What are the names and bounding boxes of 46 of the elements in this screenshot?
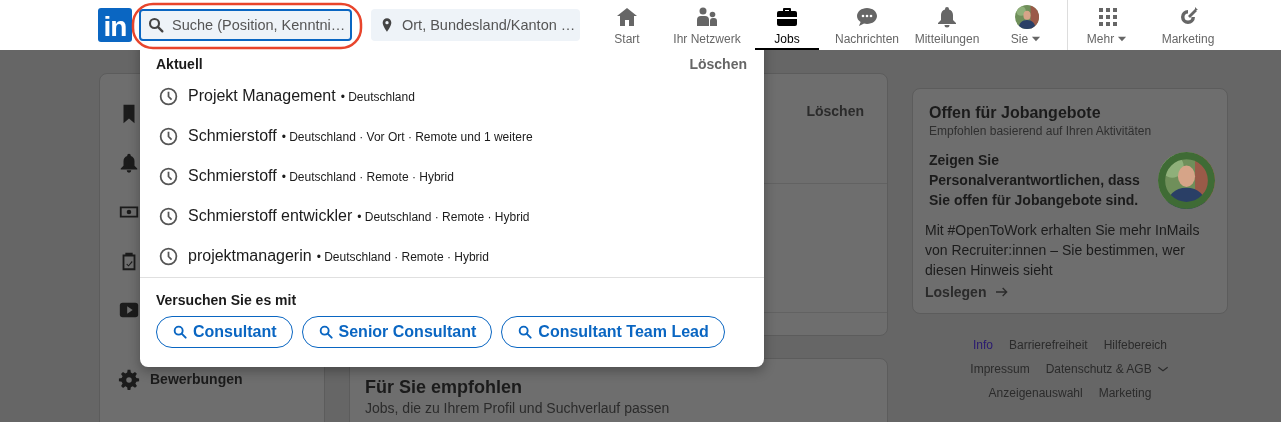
chat-bubble-icon: [855, 5, 879, 29]
nav-item[interactable]: Nachrichten: [827, 0, 907, 50]
clock-icon: [158, 85, 179, 107]
section-heading: Versuchen Sie es mit: [156, 292, 297, 308]
card-description: Mit #OpenToWork erhalten Sie mehr InMails von Recruiter:innen – Sie bestimmen, wer diesen Hinweis sieht: [925, 221, 1201, 280]
recent-search-item[interactable]: Schmierstoff entwickler • Deutschland · Remote · Hybrid: [140, 196, 764, 236]
sidebar-label[interactable]: Bewerbungen: [150, 371, 243, 387]
recent-search-item[interactable]: Schmierstoff • Deutschland · Vor Ort · Remote und 1 weitere: [140, 116, 764, 156]
recent-search-item[interactable]: Projekt Management • Deutschland: [140, 76, 764, 116]
nav-item[interactable]: Marketing: [1148, 0, 1228, 50]
nav-item[interactable]: Start: [587, 0, 667, 50]
people-icon: [695, 5, 719, 29]
section-subtitle: Jobs, die zu Ihrem Profil und Suchverlauf passen: [365, 400, 671, 416]
clear-button[interactable]: Löschen: [689, 56, 747, 72]
home-icon: [615, 5, 639, 29]
suggestion-chip[interactable]: Consultant: [156, 316, 293, 348]
location-field[interactable]: Ort, Bundesland/Kanton …: [371, 9, 580, 41]
briefcase-icon: [775, 5, 799, 29]
search-icon: [317, 324, 334, 340]
nav-item[interactable]: Mehr: [1068, 0, 1148, 50]
clock-icon: [158, 125, 179, 147]
clock-icon: [158, 205, 179, 227]
search-icon: [172, 324, 188, 340]
suggestion-chip[interactable]: Senior Consultant: [301, 316, 493, 348]
nav-item[interactable]: Mitteilungen: [907, 0, 987, 50]
search-icon: [147, 16, 165, 34]
nav-item[interactable]: Jobs: [747, 0, 827, 50]
logo[interactable]: in: [98, 8, 132, 42]
nav-item[interactable]: Ihr Netzwerk: [667, 0, 747, 50]
search-field[interactable]: Suche (Position, Kenntni…: [139, 9, 352, 41]
search-icon: [517, 324, 534, 340]
section-title: Für Sie empfohlen: [365, 377, 524, 398]
card-headline: Zeigen Sie Personalverantwortlichen, dass Sie offen für Jobangebote sind.: [929, 151, 1141, 210]
card-title: Offen für Jobangebote: [928, 104, 1102, 122]
card-subtitle: Empfohlen basierend auf Ihren Aktivitäten: [928, 124, 1153, 138]
section-heading: Aktuell: [156, 56, 203, 72]
clock-icon: [158, 245, 179, 267]
bell-icon: [935, 5, 959, 29]
recent-search-item[interactable]: Schmierstoff • Deutschland · Remote · Hybrid: [140, 156, 764, 196]
settings-icon: [118, 368, 140, 390]
clock-icon: [158, 165, 179, 187]
bell-icon: [118, 152, 140, 174]
suggestion-chip[interactable]: Consultant Team Lead: [501, 316, 725, 348]
recent-search-item[interactable]: projektmanagerin • Deutschland · Remote · Hybrid: [140, 236, 764, 276]
grid-icon: [1096, 5, 1120, 29]
nav-item[interactable]: Sie: [987, 0, 1067, 50]
